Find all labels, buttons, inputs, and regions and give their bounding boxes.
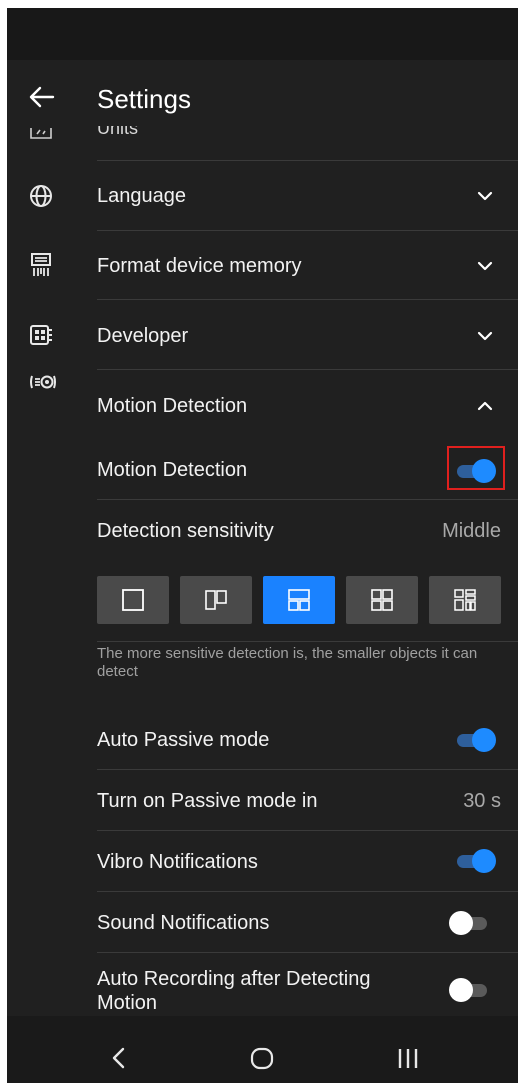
four-panels-icon [371, 589, 393, 611]
sensitivity-label: Detection sensitivity [97, 520, 274, 542]
nav-back-icon[interactable] [104, 1041, 134, 1075]
sound-label: Sound Notifications [97, 912, 270, 934]
developer-label[interactable]: Developer [97, 325, 188, 348]
divider [97, 641, 518, 642]
memory-chip-icon [31, 253, 51, 276]
toggle-thumb [449, 911, 473, 935]
three-panels-icon [288, 589, 310, 611]
status-bar [7, 8, 518, 60]
nav-recents-icon[interactable] [393, 1041, 423, 1075]
sensitivity-level-4-button[interactable] [346, 576, 418, 624]
auto-passive-toggle[interactable] [457, 727, 497, 753]
developer-board-icon [30, 325, 52, 345]
motion-detection-group-label[interactable]: Motion Detection [97, 395, 247, 418]
passive-in-label[interactable]: Turn on Passive mode in [97, 790, 317, 813]
auto-passive-label: Auto Passive mode [97, 729, 270, 751]
toggle-thumb [472, 728, 496, 752]
many-panels-icon [454, 589, 476, 611]
divider [97, 160, 518, 161]
divider [97, 499, 518, 500]
single-square-icon [122, 589, 144, 611]
divider [97, 891, 518, 892]
highlight-box [447, 446, 505, 490]
chevron-down-icon[interactable] [476, 260, 494, 272]
vibro-toggle[interactable] [457, 848, 497, 874]
divider [97, 230, 518, 231]
chevron-down-icon[interactable] [476, 330, 494, 342]
divider [97, 369, 518, 370]
sensitivity-level-2-button[interactable] [180, 576, 252, 624]
motion-detection-toggle-label: Motion Detection [97, 459, 248, 481]
nav-home-icon[interactable] [247, 1041, 277, 1075]
sensitivity-value: Middle [442, 520, 501, 542]
passive-in-value[interactable]: 30 s [463, 790, 501, 813]
sensitivity-level-3-button[interactable] [263, 576, 335, 624]
divider [97, 952, 518, 953]
back-arrow-icon[interactable] [29, 86, 55, 108]
units-label[interactable]: Units [97, 126, 138, 136]
format-memory-label[interactable]: Format device memory [97, 255, 302, 278]
globe-icon [30, 185, 52, 207]
auto-recording-toggle[interactable] [449, 977, 489, 1003]
motion-sensor-icon [30, 375, 56, 389]
sensitivity-level-5-button[interactable] [429, 576, 501, 624]
units-icon [30, 128, 52, 139]
language-label[interactable]: Language [97, 185, 186, 208]
toggle-thumb [472, 849, 496, 873]
sensitivity-level-1-button[interactable] [97, 576, 169, 624]
sensitivity-hint: The more sensitive detection is, the sma… [97, 645, 478, 680]
vibro-label: Vibro Notifications [97, 851, 258, 873]
two-panels-icon [205, 590, 227, 610]
auto-recording-label: Auto Recording after Detecting Motion [97, 968, 371, 1014]
sound-toggle[interactable] [449, 910, 489, 936]
page-title: Settings [97, 84, 191, 114]
divider [97, 769, 518, 770]
chevron-down-icon[interactable] [476, 190, 494, 202]
divider [97, 299, 518, 300]
divider [97, 830, 518, 831]
chevron-up-icon[interactable] [476, 400, 494, 412]
toggle-thumb [449, 978, 473, 1002]
